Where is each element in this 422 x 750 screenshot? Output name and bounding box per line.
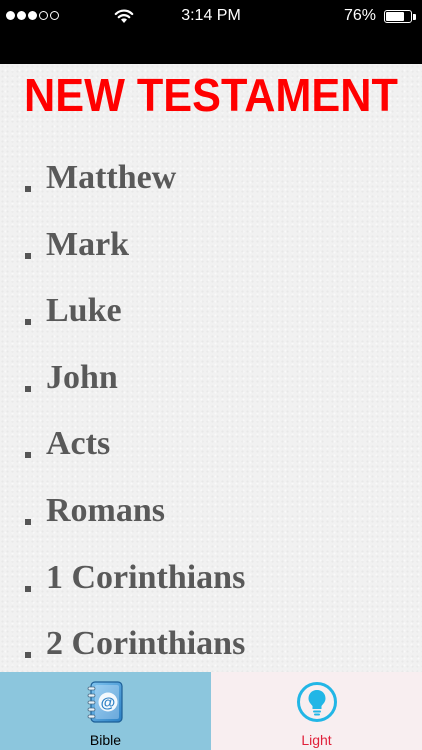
app-screen: 3:14 PM 76% NEW TESTAMENT Matthew Mark L… xyxy=(0,0,422,750)
book-label: Acts xyxy=(46,425,111,463)
battery-icon xyxy=(384,10,412,23)
address-book-icon: @ xyxy=(87,681,123,723)
book-label: Matthew xyxy=(46,159,177,196)
bullet-icon xyxy=(25,585,31,592)
book-label: John xyxy=(46,358,118,396)
tab-label: Bible xyxy=(89,732,122,748)
bullet-icon xyxy=(25,452,31,459)
book-label: 1 Corinthians xyxy=(46,558,246,596)
book-label: Luke xyxy=(46,292,122,330)
bullet-icon xyxy=(25,518,31,525)
tab-light[interactable]: Light xyxy=(211,672,422,750)
book-label: Romans xyxy=(46,491,166,529)
bullet-icon xyxy=(25,652,31,659)
bullet-icon xyxy=(25,186,31,192)
bullet-icon xyxy=(25,385,31,392)
tab-bar: @ Bible Light xyxy=(0,672,422,750)
bullet-icon xyxy=(25,319,31,326)
battery-tip xyxy=(413,14,416,20)
book-label: 2 Corinthians xyxy=(46,625,246,663)
status-bar: 3:14 PM 76% xyxy=(0,0,422,33)
bullet-icon xyxy=(25,252,31,259)
header-band xyxy=(0,33,422,64)
battery-fill xyxy=(386,12,404,21)
svg-text:@: @ xyxy=(100,695,115,712)
book-list-view[interactable]: NEW TESTAMENT Matthew Mark Luke John Act… xyxy=(0,64,422,672)
battery-percent: 76% xyxy=(343,7,376,24)
tab-bible[interactable]: @ Bible xyxy=(0,672,211,750)
lightbulb-icon xyxy=(296,682,337,722)
section-heading: NEW TESTAMENT xyxy=(24,69,398,121)
tab-label: Light xyxy=(301,732,332,748)
book-label: Mark xyxy=(46,225,130,263)
